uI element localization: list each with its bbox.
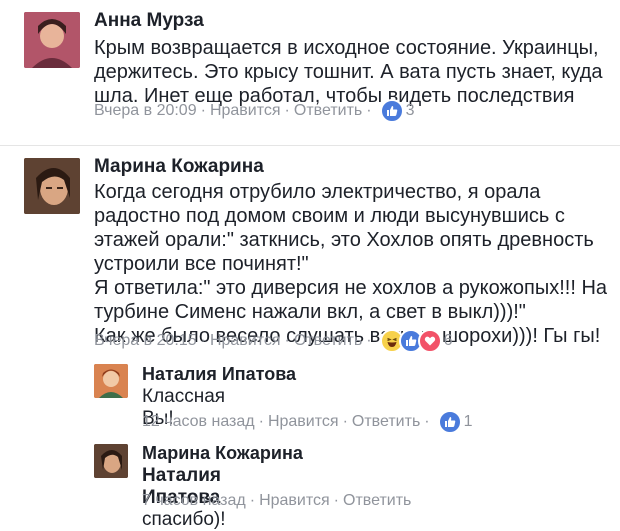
like-reaction-icon bbox=[437, 410, 462, 434]
avatar[interactable] bbox=[24, 12, 80, 68]
reactions-summary[interactable]: 6 bbox=[379, 329, 453, 353]
love-reaction-icon bbox=[417, 329, 442, 353]
like-button[interactable]: Нравится bbox=[210, 102, 281, 120]
reply-timestamp[interactable]: 7 часов назад bbox=[142, 492, 246, 510]
separator: · bbox=[249, 492, 256, 509]
reply-timestamp[interactable]: 12 часов назад bbox=[142, 413, 255, 431]
reply-button[interactable]: Ответить bbox=[352, 413, 420, 431]
reactions-summary[interactable]: 1 bbox=[437, 410, 473, 434]
avatar[interactable] bbox=[94, 444, 128, 478]
like-button[interactable]: Нравится bbox=[259, 492, 330, 510]
separator: · bbox=[424, 413, 430, 430]
reply-button[interactable]: Ответить bbox=[294, 332, 362, 350]
comment-author[interactable]: Марина Кожарина bbox=[94, 156, 264, 178]
separator: · bbox=[200, 102, 206, 119]
comment-timestamp[interactable]: Вчера в 20:15 bbox=[94, 332, 197, 350]
reply-button[interactable]: Ответить bbox=[294, 102, 362, 120]
like-button[interactable]: Нравится bbox=[268, 413, 339, 431]
comment-text: Крым возвращается в исходное состояние. … bbox=[94, 37, 603, 107]
reply-meta: 12 часов назад · Нравится · Ответить · 1 bbox=[142, 410, 473, 434]
reply-author[interactable]: Марина Кожарина bbox=[142, 443, 303, 464]
separator: · bbox=[342, 413, 348, 430]
separator: · bbox=[366, 332, 372, 349]
reply-meta: 7 часов назад · Нравится · Ответить bbox=[142, 489, 411, 513]
separator: · bbox=[284, 102, 290, 119]
comment-text: Когда сегодня отрубило электричество, я … bbox=[94, 181, 608, 347]
like-button[interactable]: Нравится bbox=[210, 332, 281, 350]
reactions-summary[interactable]: 3 bbox=[379, 99, 415, 123]
separator: · bbox=[284, 332, 290, 349]
avatar[interactable] bbox=[24, 158, 80, 214]
comment-meta: Вчера в 20:09 · Нравится · Ответить · 3 bbox=[94, 99, 415, 123]
separator: · bbox=[258, 413, 264, 430]
reaction-count: 6 bbox=[443, 332, 453, 349]
reply-author[interactable]: Наталия Ипатова bbox=[142, 364, 296, 385]
comment-divider bbox=[0, 145, 620, 146]
comment-timestamp[interactable]: Вчера в 20:09 bbox=[94, 102, 197, 120]
reaction-count: 1 bbox=[463, 413, 473, 430]
reaction-count: 3 bbox=[405, 102, 415, 119]
avatar[interactable] bbox=[94, 364, 128, 398]
separator: · bbox=[333, 492, 339, 509]
separator: · bbox=[200, 332, 206, 349]
like-reaction-icon bbox=[379, 99, 404, 123]
comment-author[interactable]: Анна Мурза bbox=[94, 10, 204, 32]
comment-meta: Вчера в 20:15 · Нравится · Ответить · 6 bbox=[94, 329, 453, 353]
reply-button[interactable]: Ответить bbox=[343, 492, 411, 510]
separator: · bbox=[366, 102, 372, 119]
